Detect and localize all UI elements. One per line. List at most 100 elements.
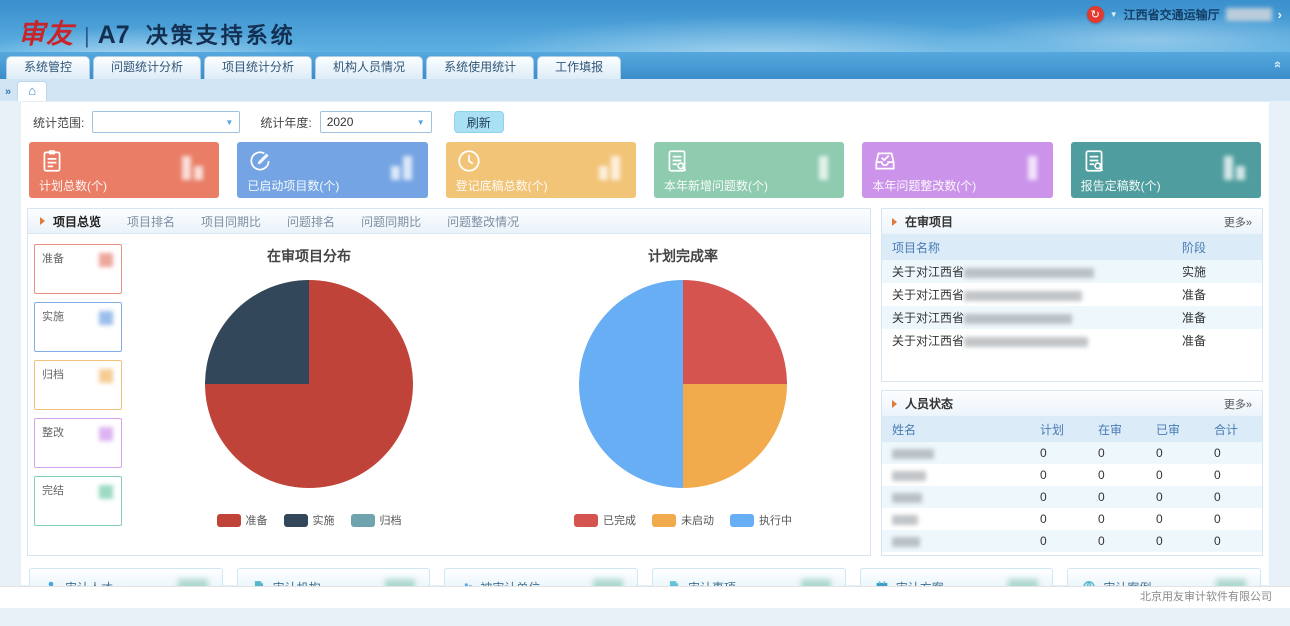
pie-plan-completion[interactable] [579, 280, 787, 488]
scope-select[interactable]: ▼ [92, 111, 240, 133]
refresh-badge-icon[interactable]: ↻ [1087, 6, 1104, 23]
chart-tab-issue-rectify[interactable]: 问题整改情况 [447, 213, 519, 230]
col-in-review: 在审 [1088, 417, 1146, 442]
table-row[interactable]: 关于对江西省 实施 [882, 260, 1262, 283]
chart-tab-project-yoy[interactable]: 项目同期比 [201, 213, 261, 230]
card-started-projects[interactable]: 已启动项目数(个) [237, 142, 427, 198]
year-select[interactable]: 2020 ▼ [320, 111, 432, 133]
table-row[interactable]: 0000 [882, 508, 1262, 530]
legend-swatch [217, 514, 241, 527]
refresh-button[interactable]: 刷新 [454, 111, 504, 133]
mini-stat-rectify[interactable]: 整改 [34, 418, 122, 468]
mini-label: 整改 [42, 427, 64, 439]
projects-table: 项目名称 阶段 关于对江西省 实施 关于对江西省 准备 关于对 [882, 235, 1262, 352]
redacted-value [1224, 156, 1245, 180]
redacted-value [819, 156, 828, 180]
project-name-prefix: 关于对江西省 [892, 311, 964, 325]
mini-stat-prepare[interactable]: 准备 [34, 244, 122, 294]
personnel-table: 姓名 计划 在审 已审 合计 0000 0000 0000 0000 0000 … [882, 417, 1262, 556]
col-reviewed: 已审 [1146, 417, 1204, 442]
legend-swatch [284, 514, 308, 527]
panel-personnel-status: 人员状态 更多» 姓名 计划 在审 已审 合计 0000 0000 0000 [881, 390, 1263, 556]
legend: 已完成 未启动 执行中 [496, 512, 870, 528]
tab-project-analysis[interactable]: 项目统计分析 [204, 56, 312, 79]
more-link[interactable]: 更多» [1224, 214, 1252, 230]
logo: 审友 [18, 12, 74, 51]
card-label: 登记底稿总数(个) [456, 177, 548, 194]
redacted-name [892, 449, 934, 459]
collapse-up-icon[interactable]: » [1269, 61, 1284, 68]
chart-tab-bar: 项目总览 项目排名 项目同期比 问题排名 问题同期比 问题整改情况 [28, 209, 870, 234]
tab-system-control[interactable]: 系统管控 [6, 56, 90, 79]
card-label: 已启动项目数(个) [247, 177, 339, 194]
legend-item[interactable]: 执行中 [730, 512, 792, 528]
legend-item[interactable]: 未启动 [652, 512, 714, 528]
tab-org-personnel[interactable]: 机构人员情况 [315, 56, 423, 79]
doc-search-icon [664, 148, 690, 174]
inbox-check-icon [872, 148, 898, 174]
charts-body: 准备 实施 归档 整改 [28, 234, 870, 528]
redacted-text [964, 291, 1082, 301]
card-final-reports[interactable]: 报告定稿数(个) [1071, 142, 1261, 198]
tab-home[interactable]: ⌂ [17, 81, 47, 101]
doc-search-icon [1081, 148, 1107, 174]
legend-item[interactable]: 归档 [351, 512, 402, 528]
tab-work-report[interactable]: 工作填报 [537, 56, 621, 79]
main-content: 统计范围: ▼ 统计年度: 2020 ▼ 刷新 计划总数(个) 已启动项目数(个… [20, 101, 1270, 586]
legend-item[interactable]: 准备 [217, 512, 268, 528]
legend-swatch [652, 514, 676, 527]
card-rectified-issues[interactable]: 本年问题整改数(个) [862, 142, 1052, 198]
legend: 准备 实施 归档 [122, 512, 496, 528]
card-label: 报告定稿数(个) [1081, 177, 1161, 194]
table-row[interactable]: 0000 [882, 442, 1262, 464]
card-plan-total[interactable]: 计划总数(个) [29, 142, 219, 198]
redacted-value [599, 156, 620, 180]
panel-header: 人员状态 更多» [882, 391, 1262, 417]
chart-tab-issue-yoy[interactable]: 问题同期比 [361, 213, 421, 230]
mini-label: 完结 [42, 485, 64, 497]
card-registered-drafts[interactable]: 登记底稿总数(个) [446, 142, 636, 198]
table-row[interactable]: 关于对江西省 准备 [882, 329, 1262, 352]
project-name-prefix: 关于对江西省 [892, 334, 964, 348]
chart-title: 在审项目分布 [122, 246, 496, 266]
tab-issue-analysis[interactable]: 问题统计分析 [93, 56, 201, 79]
legend-item[interactable]: 已完成 [574, 512, 636, 528]
mini-stat-complete[interactable]: 完结 [34, 476, 122, 526]
legend-swatch [574, 514, 598, 527]
redacted-name [892, 537, 920, 547]
edit-icon [247, 148, 273, 174]
table-row[interactable]: 关于对江西省 准备 [882, 283, 1262, 306]
arrow-bullet-icon [40, 217, 45, 225]
chart-tab-project-overview[interactable]: 项目总览 [53, 213, 101, 230]
redacted-value [99, 369, 113, 383]
table-row[interactable]: 0000 [882, 530, 1262, 552]
redacted-name [892, 471, 926, 481]
mini-stat-implement[interactable]: 实施 [34, 302, 122, 352]
pie-project-distribution[interactable] [205, 280, 413, 488]
chevron-down-icon: ▼ [225, 118, 233, 127]
pie-chart-project-distribution: 在审项目分布 准备 实施 归档 [122, 234, 496, 528]
chevron-down-icon[interactable]: ▼ [1110, 10, 1118, 19]
more-link[interactable]: 更多» [1224, 396, 1252, 412]
panel-projects-in-review: 在审项目 更多» 项目名称 阶段 关于对江西省 实施 关于对江西省 [881, 208, 1263, 382]
tab-system-usage[interactable]: 系统使用统计 [426, 56, 534, 79]
table-row[interactable]: 0000 [882, 464, 1262, 486]
legend-swatch [730, 514, 754, 527]
redacted-text [964, 314, 1072, 324]
table-row[interactable]: 关于对江西省 准备 [882, 306, 1262, 329]
card-new-issues[interactable]: 本年新增问题数(个) [654, 142, 844, 198]
expand-icon[interactable]: » [5, 86, 11, 98]
forward-arrow-icon[interactable]: › [1278, 7, 1282, 22]
year-value: 2020 [327, 115, 354, 129]
chart-tab-project-ranking[interactable]: 项目排名 [127, 213, 175, 230]
system-title: 决策支持系统 [146, 18, 296, 50]
redacted-value [1028, 156, 1037, 180]
table-row[interactable]: 0000 [882, 552, 1262, 556]
mini-stat-archive[interactable]: 归档 [34, 360, 122, 410]
table-row[interactable]: 0000 [882, 486, 1262, 508]
mini-label: 实施 [42, 311, 64, 323]
legend-swatch [351, 514, 375, 527]
stat-cards: 计划总数(个) 已启动项目数(个) 登记底稿总数(个) 本年新增问题数(个) [29, 142, 1261, 198]
legend-item[interactable]: 实施 [284, 512, 335, 528]
chart-tab-issue-ranking[interactable]: 问题排名 [287, 213, 335, 230]
